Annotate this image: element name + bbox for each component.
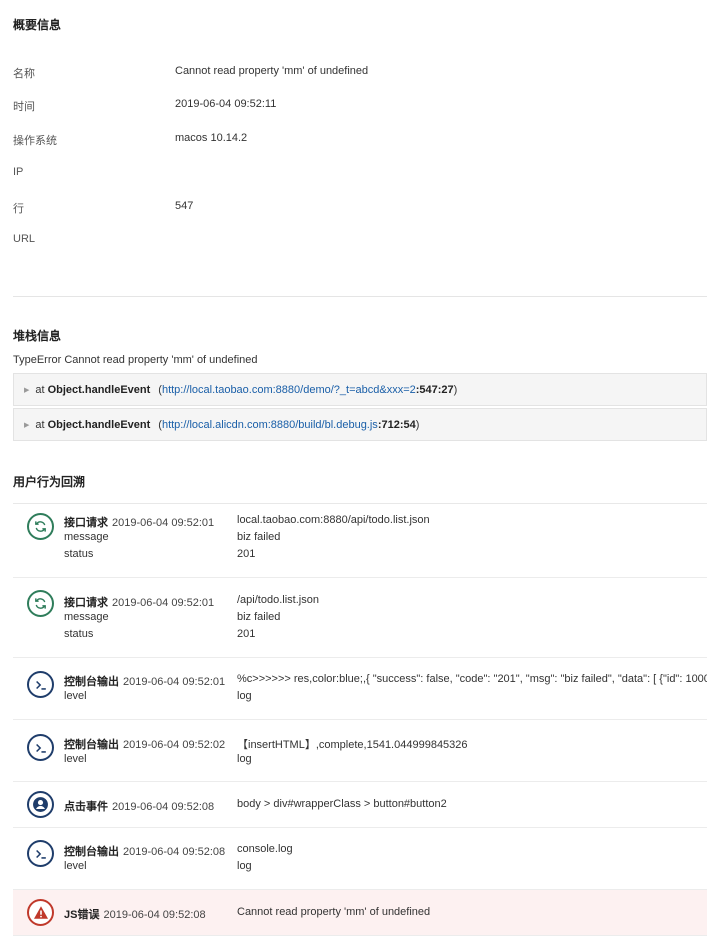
event-header: 点击事件 2019-06-04 09:52:08 <box>64 798 214 814</box>
stack-frame-function: Object.handleEvent <box>47 383 151 396</box>
event-header: 接口请求 2019-06-04 09:52:01 <box>64 514 214 530</box>
timeline-event: 接口请求 2019-06-04 09:52:01 /api/todo.list.j… <box>13 578 707 658</box>
event-type: 控制台输出 <box>64 846 119 858</box>
warning-icon <box>27 899 54 926</box>
event-time: 2019-06-04 09:52:08 <box>103 909 206 921</box>
summary-label-os: 操作系统 <box>13 135 57 147</box>
event-value: Cannot read property 'mm' of undefined <box>237 906 431 918</box>
section-divider <box>13 296 707 297</box>
summary-title: 概要信息 <box>13 18 62 32</box>
timeline-event: 点击事件 2019-06-04 09:52:08 body > div#wrapp… <box>13 782 707 828</box>
event-type: 接口请求 <box>64 597 108 609</box>
event-field-key: message <box>64 531 109 543</box>
event-header: 控制台输出 2019-06-04 09:52:01 <box>64 673 225 689</box>
timeline-event: 控制台输出 2019-06-04 09:52:08 console.log lev… <box>13 828 707 890</box>
event-time: 2019-06-04 09:52:01 <box>112 597 215 609</box>
event-field-key: level <box>64 690 87 702</box>
stack-frame-link[interactable]: http://local.alicdn.com:8880/build/bl.de… <box>162 419 378 431</box>
event-value: local.taobao.com:8880/api/todo.list.json <box>237 514 430 526</box>
event-field-key: message <box>64 611 109 623</box>
user-icon <box>27 791 54 818</box>
event-field-value: biz failed <box>237 531 281 543</box>
behavior-title: 用户行为回溯 <box>13 475 86 489</box>
event-time: 2019-06-04 09:52:02 <box>123 739 226 751</box>
stack-frame-at: at <box>35 383 45 396</box>
event-field-value: 201 <box>237 628 256 640</box>
stack-frame-close-paren: ) <box>415 418 420 431</box>
stack-frame-position: :712:54 <box>377 418 416 431</box>
event-header: 接口请求 2019-06-04 09:52:01 <box>64 594 214 610</box>
caret-right-icon: ▶ <box>24 421 30 429</box>
refresh-icon <box>27 590 54 617</box>
summary-value-name: Cannot read property 'mm' of undefined <box>175 65 369 77</box>
summary-label-name: 名称 <box>13 68 35 80</box>
event-header: 控制台输出 2019-06-04 09:52:02 <box>64 736 225 752</box>
summary-label-ip: IP <box>13 166 24 178</box>
event-value: 【insertHTML】,complete,1541.044999845326 <box>237 739 468 751</box>
stack-frame-close-paren: ) <box>453 383 458 396</box>
terminal-icon <box>27 840 54 867</box>
event-type: 点击事件 <box>64 801 108 813</box>
stack-frame[interactable]: ▶ at Object.handleEvent ( http://local.t… <box>13 373 707 406</box>
summary-label-line: 行 <box>13 203 24 215</box>
event-header: 控制台输出 2019-06-04 09:52:08 <box>64 843 225 859</box>
stack-frame-link[interactable]: http://local.taobao.com:8880/demo/?_t=ab… <box>162 384 416 396</box>
stack-frame-at: at <box>35 418 45 431</box>
event-value: %c>>>>>> res,color:blue;,{ "success": fa… <box>237 673 707 685</box>
summary-label-url: URL <box>13 233 36 245</box>
event-field-key: level <box>64 753 87 765</box>
stack-description: TypeError Cannot read property 'mm' of u… <box>13 354 258 366</box>
event-value: body > div#wrapperClass > button#button2 <box>237 798 447 810</box>
event-header: JS错误 2019-06-04 09:52:08 <box>64 906 206 922</box>
timeline-event-error: JS错误 2019-06-04 09:52:08 Cannot read prop… <box>13 890 707 936</box>
event-type: 控制台输出 <box>64 676 119 688</box>
event-field-value: 201 <box>237 548 256 560</box>
event-time: 2019-06-04 09:52:01 <box>123 676 226 688</box>
summary-value-line: 547 <box>175 200 194 212</box>
stack-frame-position: :547:27 <box>415 383 454 396</box>
stack-frame[interactable]: ▶ at Object.handleEvent ( http://local.a… <box>13 408 707 441</box>
caret-right-icon: ▶ <box>24 386 30 394</box>
stack-title: 堆栈信息 <box>13 329 62 343</box>
event-field-value: log <box>237 860 252 872</box>
event-field-key: status <box>64 628 94 640</box>
event-field-key: level <box>64 860 87 872</box>
summary-label-time: 时间 <box>13 101 35 113</box>
stack-frame-function: Object.handleEvent <box>47 418 151 431</box>
event-time: 2019-06-04 09:52:01 <box>112 517 215 529</box>
timeline-event: 控制台输出 2019-06-04 09:52:02 【insertHTML】,co… <box>13 720 707 782</box>
timeline-event: 接口请求 2019-06-04 09:52:01 local.taobao.com… <box>13 504 707 578</box>
event-time: 2019-06-04 09:52:08 <box>112 801 215 813</box>
event-value: console.log <box>237 843 293 855</box>
terminal-icon <box>27 734 54 761</box>
event-field-key: status <box>64 548 94 560</box>
refresh-icon <box>27 513 54 540</box>
timeline-event: 控制台输出 2019-06-04 09:52:01 %c>>>>>> res,co… <box>13 658 707 720</box>
terminal-icon <box>27 671 54 698</box>
event-type: JS错误 <box>64 909 100 921</box>
event-value: /api/todo.list.json <box>237 594 319 606</box>
summary-value-os: macos 10.14.2 <box>175 132 248 144</box>
event-type: 控制台输出 <box>64 739 119 751</box>
event-field-value: log <box>237 753 252 765</box>
summary-value-time: 2019-06-04 09:52:11 <box>175 98 277 110</box>
event-time: 2019-06-04 09:52:08 <box>123 846 226 858</box>
event-type: 接口请求 <box>64 517 108 529</box>
event-field-value: log <box>237 690 252 702</box>
event-field-value: biz failed <box>237 611 281 623</box>
